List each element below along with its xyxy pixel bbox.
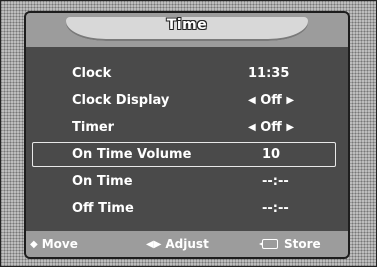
on-time-value: --:-- <box>262 174 289 189</box>
left-arrow-icon[interactable]: ◀ <box>248 95 256 106</box>
menu-item-label: Off Time <box>72 201 134 216</box>
menu-item-label: Timer <box>72 120 115 135</box>
timer-value: ◀ Off ▶ <box>248 120 294 135</box>
menu-rows: Clock 11:35 Clock Display ◀ Off ▶ Timer … <box>26 61 348 223</box>
clock-display-setting: Off <box>260 93 282 108</box>
menu-item-label: Clock Display <box>72 93 170 108</box>
move-hint: ◆ Move <box>30 237 78 251</box>
menu-title: Time <box>166 17 208 33</box>
menu-item-off-time[interactable]: Off Time --:-- <box>26 196 348 223</box>
adjust-hint: ◀▶ Adjust <box>146 237 209 251</box>
store-hint: Store <box>259 237 321 251</box>
adjust-label: Adjust <box>165 237 209 251</box>
time-menu-panel: Time Clock 11:35 Clock Display ◀ Off ▶ T… <box>24 11 350 259</box>
menu-item-clock-display[interactable]: Clock Display ◀ Off ▶ <box>26 88 348 115</box>
on-time-volume-value: 10 <box>262 147 281 162</box>
menu-item-on-time-volume[interactable]: On Time Volume 10 <box>26 142 348 169</box>
clock-display-value: ◀ Off ▶ <box>248 93 294 108</box>
menu-item-clock[interactable]: Clock 11:35 <box>26 61 348 88</box>
menu-item-on-time[interactable]: On Time --:-- <box>26 169 348 196</box>
footer-hint-bar: ◆ Move ◀▶ Adjust Store <box>26 231 348 257</box>
right-arrow-icon[interactable]: ▶ <box>286 122 294 133</box>
store-label: Store <box>284 237 321 251</box>
timer-setting: Off <box>260 120 282 135</box>
move-label: Move <box>41 237 78 251</box>
right-arrow-icon[interactable]: ▶ <box>286 95 294 106</box>
title-bar: Time <box>26 13 348 47</box>
move-icon: ◆ <box>30 238 38 250</box>
clock-value: 11:35 <box>248 66 290 81</box>
menu-item-timer[interactable]: Timer ◀ Off ▶ <box>26 115 348 142</box>
off-time-value: --:-- <box>262 201 289 216</box>
menu-item-label: On Time Volume <box>72 147 192 162</box>
menu-item-label: Clock <box>72 66 112 81</box>
left-right-arrows-icon: ◀▶ <box>146 238 162 250</box>
left-arrow-icon[interactable]: ◀ <box>248 122 256 133</box>
menu-item-label: On Time <box>72 174 133 189</box>
enter-icon <box>259 239 278 249</box>
